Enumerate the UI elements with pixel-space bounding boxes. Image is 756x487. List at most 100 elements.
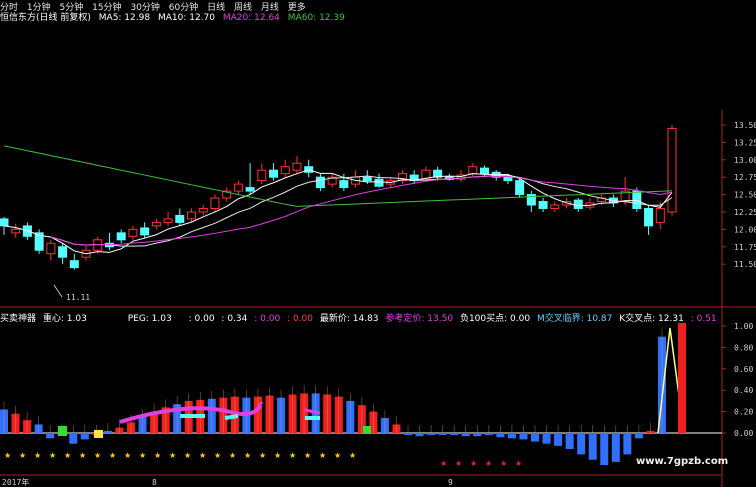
candle-body (374, 178, 384, 187)
star-marker-red: ★ (515, 459, 522, 468)
price-tick-label: 11.50 (734, 260, 756, 269)
candle-body (46, 242, 56, 255)
indicator-cross: M交叉临界: 10.87 (536, 314, 613, 324)
indicator-tick-label: 1.00 (734, 322, 753, 331)
indicator-bar (600, 433, 609, 466)
star-marker: ★ (19, 451, 26, 460)
indicator-bar (577, 433, 586, 455)
ma60-line (3, 145, 673, 207)
indicator-bar (531, 433, 540, 442)
star-marker-red: ★ (500, 459, 507, 468)
candle-body (163, 218, 173, 223)
star-marker-red: ★ (470, 459, 477, 468)
indicator-tick-label: 0.00 (734, 429, 753, 438)
star-marker: ★ (319, 451, 326, 460)
star-marker: ★ (304, 451, 311, 460)
candle-body (22, 225, 32, 237)
indicator-bar (496, 433, 505, 438)
candle-body (210, 197, 220, 209)
indicator-bar (427, 433, 436, 436)
star-marker: ★ (259, 451, 266, 460)
indicator-bar (634, 433, 643, 439)
indicator-tick-label: 0.20 (734, 408, 753, 417)
star-marker: ★ (154, 451, 161, 460)
candle-body (655, 207, 665, 223)
indicator-bar (611, 433, 620, 462)
indicator-bar (542, 433, 551, 444)
indicator-center: 重心: 1.03 (42, 314, 87, 324)
price-tick-label: 12.00 (734, 225, 756, 234)
star-marker: ★ (34, 451, 41, 460)
candle-body (11, 228, 21, 234)
candle-body (503, 176, 513, 182)
candle-body (468, 166, 478, 175)
star-marker: ★ (289, 451, 296, 460)
price-tick-label: 13.25 (734, 138, 756, 147)
indicator-bar (565, 433, 574, 450)
candle-body (479, 167, 489, 175)
indicator-spike-bar (678, 323, 686, 433)
indicator-tick-label: 0.80 (734, 343, 753, 352)
indicator-header: 买卖神器 重心: 1.03 PEG: 1.03 : 0.00 : 0.34 : … (0, 311, 721, 324)
buy-signal-block (363, 426, 371, 434)
candle-body (58, 246, 68, 258)
indicator-tick-label: 0.60 (734, 365, 753, 374)
indicator-ref: 参考定价: 13.50 (385, 314, 454, 324)
indicator-v1: : 0.00 (188, 314, 215, 324)
indicator-bar (484, 433, 493, 436)
indicator-bar (507, 433, 516, 439)
indicator-name: 买卖神器 (0, 314, 37, 324)
indicator-bar (588, 433, 597, 460)
star-marker: ★ (169, 451, 176, 460)
candle-body (315, 176, 325, 189)
candle-body (550, 204, 560, 209)
indicator-latest: 最新价: 14.83 (319, 314, 379, 324)
star-marker: ★ (79, 451, 86, 460)
candle-body (128, 228, 138, 237)
star-marker: ★ (274, 451, 281, 460)
indicator-peg: PEG: 1.03 (127, 314, 172, 324)
price-tick-label: 13.00 (734, 156, 756, 165)
indicator-bar (623, 433, 632, 455)
star-marker: ★ (94, 451, 101, 460)
star-marker: ★ (139, 451, 146, 460)
price-tick-label: 12.25 (734, 208, 756, 217)
candle-body (573, 199, 583, 209)
date-label-year: 2017年 (2, 477, 29, 487)
indicator-bar (450, 433, 459, 436)
star-marker: ★ (184, 451, 191, 460)
star-marker: ★ (214, 451, 221, 460)
star-marker: ★ (199, 451, 206, 460)
low-price-label: 11.11 (66, 293, 90, 302)
indicator-tick-label: 0.40 (734, 386, 753, 395)
ma5-line (3, 169, 673, 255)
indicator-v2: : 0.34 (221, 314, 248, 324)
watermark: www.7gpzb.com (636, 456, 729, 467)
indicator-bar (415, 433, 424, 437)
candle-body (116, 232, 126, 241)
star-marker-red: ★ (485, 459, 492, 468)
star-marker: ★ (334, 451, 341, 460)
price-tick-label: 13.50 (734, 121, 756, 130)
candle-body (339, 180, 349, 189)
star-marker: ★ (4, 451, 11, 460)
candle-body (198, 207, 208, 213)
kline-chart[interactable]: 13.50 13.25 13.00 12.75 12.50 12.25 12.00 11.75… (0, 0, 756, 487)
candle-body (175, 214, 185, 223)
indicator-bar (461, 433, 470, 437)
indicator-bar (438, 433, 447, 435)
candle-body (187, 211, 197, 220)
price-tick-label: 11.75 (734, 243, 756, 252)
indicator-bar (554, 433, 563, 446)
star-marker: ★ (349, 451, 356, 460)
low-marker (53, 284, 63, 298)
star-marker: ★ (244, 451, 251, 460)
candle-body (292, 162, 302, 171)
buy-signal-block (94, 430, 103, 438)
buy-signal-block (58, 426, 67, 436)
candle-body (69, 260, 79, 269)
star-marker-red: ★ (440, 459, 447, 468)
indicator-bar (69, 433, 78, 444)
candle-body (269, 169, 279, 178)
candle-body (245, 187, 255, 192)
